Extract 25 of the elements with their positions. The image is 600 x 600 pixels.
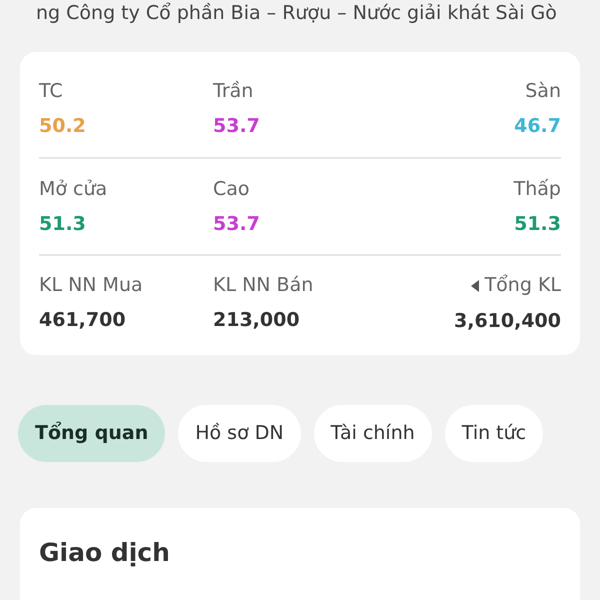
tab[interactable]: Hồ sơ DN — [178, 405, 301, 462]
stat-value: 46.7 — [514, 114, 561, 137]
stat-value: 213,000 — [213, 309, 300, 332]
company-name: ng Công ty Cổ phần Bia – Rượu – Nước giải khát Sài Gò — [36, 2, 557, 24]
tab[interactable]: Tổng quan — [18, 405, 166, 462]
stat-label: Sàn — [525, 78, 561, 104]
stat-value: 50.2 — [39, 114, 86, 137]
stat-label: TC — [39, 78, 63, 104]
stat-label: KL NN Bán — [213, 273, 314, 298]
caret-left-icon — [470, 280, 479, 292]
stat-value: 461,700 — [39, 309, 126, 332]
stat-label: Trần — [213, 78, 254, 104]
stat-label: Thấp — [514, 176, 561, 202]
stat-label: Cao — [213, 176, 250, 202]
tab[interactable]: Tin tức — [444, 405, 544, 462]
stat-value: 3,610,400 — [454, 310, 561, 332]
stat-toggle[interactable]: Tổng KL — [470, 273, 561, 298]
tab[interactable]: Tài chính — [314, 405, 432, 462]
stat-value: 51.3 — [514, 212, 561, 235]
stat-label: KL NN Mua — [39, 273, 143, 298]
stat-value: 51.3 — [39, 212, 86, 235]
stat-value: 53.7 — [213, 212, 260, 235]
stat-label: Mở cửa — [39, 176, 108, 202]
stat-value: 53.7 — [213, 114, 260, 137]
section-title: Giao dịch — [39, 537, 171, 569]
